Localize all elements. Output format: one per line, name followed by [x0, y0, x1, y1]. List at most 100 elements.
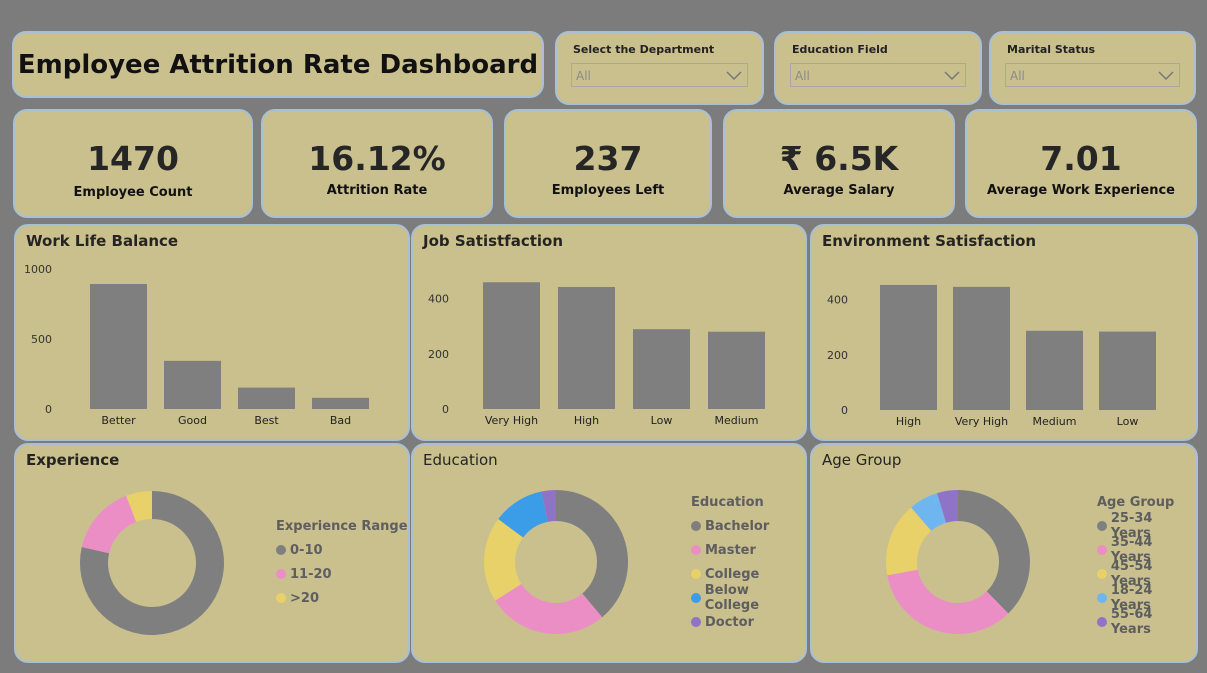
slice-11-20[interactable] — [81, 495, 137, 554]
job-satisfaction-panel: Job Satistfaction 0 200 400 Very High High Lo… — [411, 224, 807, 441]
x-tick-label: Low — [651, 414, 673, 427]
y-tick-label: 0 — [442, 403, 449, 416]
department-filter-label: Select the Department — [573, 43, 715, 56]
bar-medium[interactable] — [1026, 330, 1083, 410]
marital-status-filter-label: Marital Status — [1007, 43, 1096, 56]
department-filter[interactable]: Select the Department All — [555, 31, 764, 105]
x-tick-label: Good — [178, 414, 207, 427]
legend-title: Experience Range — [276, 519, 408, 534]
chevron-down-icon[interactable] — [1157, 66, 1175, 84]
kpi-label: Attrition Rate — [326, 183, 428, 198]
legend-dot — [276, 569, 286, 579]
x-tick-label: High — [896, 415, 921, 428]
y-tick-label: 500 — [31, 333, 52, 346]
x-tick-label: High — [574, 414, 599, 427]
legend-dot — [691, 521, 701, 531]
kpi-average-salary: ₹ 6.5K Average Salary — [723, 109, 955, 218]
y-tick-label: 0 — [45, 403, 52, 416]
x-tick-label: Low — [1117, 415, 1139, 428]
x-tick-label: Better — [101, 414, 136, 427]
legend-dot — [1097, 593, 1107, 603]
y-tick-label: 1000 — [24, 263, 52, 276]
x-tick-label: Medium — [715, 414, 759, 427]
bar-high[interactable] — [558, 286, 615, 409]
y-tick-label: 200 — [428, 348, 449, 361]
experience-legend: Experience Range 0-10 11-20 >20 — [276, 519, 408, 610]
y-tick-label: 400 — [827, 294, 848, 307]
legend-dot — [1097, 521, 1107, 531]
marital-status-filter[interactable]: Marital Status All — [989, 31, 1196, 105]
marital-status-dropdown-value: All — [1010, 69, 1025, 83]
bar-better[interactable] — [90, 283, 147, 409]
legend-item-master[interactable]: Master — [691, 538, 805, 562]
y-tick-label: 200 — [827, 349, 848, 362]
bar-high[interactable] — [880, 284, 937, 410]
dashboard-title-card: Employee Attrition Rate Dashboard — [12, 31, 544, 98]
bar-very-high[interactable] — [953, 286, 1010, 410]
age-group-legend: Age Group 25-34 Years 35-44 Years 45-54 Ye… — [1097, 495, 1196, 637]
bar-best[interactable] — [238, 387, 295, 409]
bar-bad[interactable] — [312, 397, 369, 409]
legend-item-20[interactable]: >20 — [276, 586, 408, 610]
x-tick-label: Medium — [1033, 415, 1077, 428]
education-field-dropdown-value: All — [795, 69, 810, 83]
legend-dot — [691, 545, 701, 555]
kpi-value: ₹ 6.5K — [779, 139, 899, 178]
x-tick-label: Best — [254, 414, 279, 427]
marital-status-dropdown[interactable]: All — [1005, 63, 1180, 87]
legend-label: College — [705, 566, 760, 582]
legend-item-doctor[interactable]: Doctor — [691, 610, 805, 634]
experience-panel: Experience Experience Range 0-10 11-20 >20 — [14, 443, 410, 663]
kpi-label: Employees Left — [551, 183, 665, 198]
bar-good[interactable] — [164, 360, 221, 409]
legend-item-55-64-years[interactable]: 55-64 Years — [1097, 607, 1196, 637]
slice-bachelor[interactable] — [556, 490, 628, 618]
legend-dot — [1097, 617, 1107, 627]
page-title: Employee Attrition Rate Dashboard — [17, 49, 539, 80]
slice-35-44-years[interactable] — [887, 569, 1009, 634]
kpi-value: 237 — [573, 139, 643, 178]
legend-dot — [691, 569, 701, 579]
kpi-attrition-rate: 16.12% Attrition Rate — [261, 109, 493, 218]
legend-item-0-10[interactable]: 0-10 — [276, 538, 408, 562]
bar-medium[interactable] — [708, 331, 765, 409]
kpi-label: Average Salary — [783, 183, 895, 198]
kpi-value: 16.12% — [308, 139, 446, 178]
legend-label: 55-64 Years — [1110, 607, 1153, 637]
education-field-dropdown[interactable]: All — [790, 63, 966, 87]
bar-low[interactable] — [633, 329, 690, 409]
legend-dot — [691, 617, 701, 627]
legend-label: 0-10 — [290, 542, 323, 558]
legend-dot — [1097, 545, 1107, 555]
legend-dot — [1097, 569, 1107, 579]
kpi-value: 7.01 — [1040, 139, 1122, 178]
work-life-balance-chart: 0 500 1000 Better Good Best Bad — [24, 263, 369, 427]
legend-item-11-20[interactable]: 11-20 — [276, 562, 408, 586]
age-group-panel: Age Group Age Group 25-34 Years 35-44 Yea… — [810, 443, 1198, 663]
education-legend: Education Bachelor Master College Below Col… — [691, 495, 805, 634]
kpi-value: 1470 — [87, 139, 179, 178]
x-tick-label: Very High — [485, 414, 538, 427]
legend-label: 11-20 — [290, 566, 332, 582]
job-satisfaction-chart: 0 200 400 Very High High Low Medium — [428, 282, 765, 427]
kpi-average-work-experience: 7.01 Average Work Experience — [965, 109, 1197, 218]
legend-item-bachelor[interactable]: Bachelor — [691, 514, 805, 538]
department-dropdown-value: All — [576, 69, 591, 83]
environment-satisfaction-panel: Environment Satisfaction 0 200 400 High Very… — [810, 224, 1198, 441]
bar-very-high[interactable] — [483, 282, 540, 409]
legend-item-below-college[interactable]: Below College — [691, 583, 805, 613]
department-dropdown[interactable]: All — [571, 63, 748, 87]
slice-25-34-years[interactable] — [958, 490, 1030, 614]
y-tick-label: 0 — [841, 404, 848, 417]
bar-low[interactable] — [1099, 331, 1156, 410]
x-tick-label: Bad — [330, 414, 351, 427]
education-panel: Education Education Bachelor Master Colleg… — [411, 443, 807, 663]
legend-label: Master — [705, 542, 756, 558]
chevron-down-icon[interactable] — [725, 66, 743, 84]
legend-title: Age Group — [1097, 495, 1175, 510]
chevron-down-icon[interactable] — [943, 66, 961, 84]
legend-dot — [691, 593, 701, 603]
x-tick-label: Very High — [955, 415, 1008, 428]
legend-dot — [276, 545, 286, 555]
education-field-filter[interactable]: Education Field All — [774, 31, 982, 105]
